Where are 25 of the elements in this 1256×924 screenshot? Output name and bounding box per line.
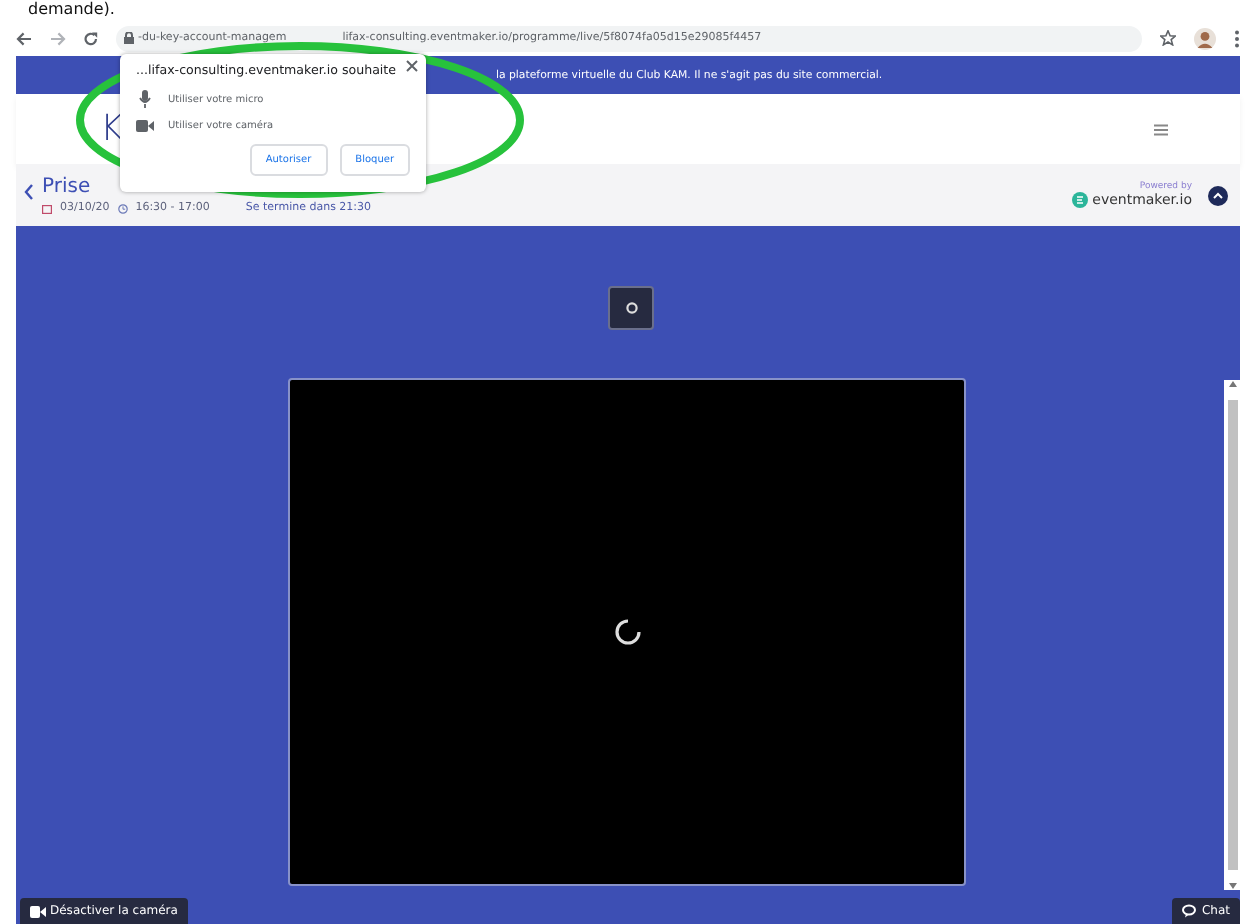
video-camera-icon	[136, 120, 154, 132]
lock-icon	[124, 32, 134, 44]
collapse-button-icon[interactable]	[1208, 185, 1228, 205]
reload-icon[interactable]	[84, 31, 98, 45]
chat-icon	[1181, 904, 1198, 918]
event-title: Prise	[42, 176, 93, 198]
record-button[interactable]	[608, 286, 654, 330]
close-icon[interactable]	[406, 60, 418, 72]
calendar-icon	[42, 203, 52, 213]
ring-icon	[625, 302, 637, 314]
more-menu-icon[interactable]	[1234, 29, 1240, 47]
clock-icon	[117, 203, 128, 213]
star-icon[interactable]	[1160, 30, 1176, 46]
avatar-icon[interactable]	[1194, 27, 1216, 49]
loading-spinner-icon	[613, 618, 641, 646]
back-chevron-icon[interactable]	[24, 184, 34, 200]
back-arrow-icon[interactable]	[16, 31, 32, 45]
scroll-up-icon[interactable]	[1227, 380, 1237, 388]
video-camera-icon	[30, 905, 46, 917]
document-text: demande).	[28, 0, 117, 20]
microphone-icon	[136, 90, 154, 108]
scroll-down-icon[interactable]	[1227, 882, 1237, 890]
menu-icon[interactable]	[1154, 123, 1168, 135]
scrollbar[interactable]	[1224, 380, 1240, 890]
brand-logo-icon	[1072, 192, 1089, 208]
